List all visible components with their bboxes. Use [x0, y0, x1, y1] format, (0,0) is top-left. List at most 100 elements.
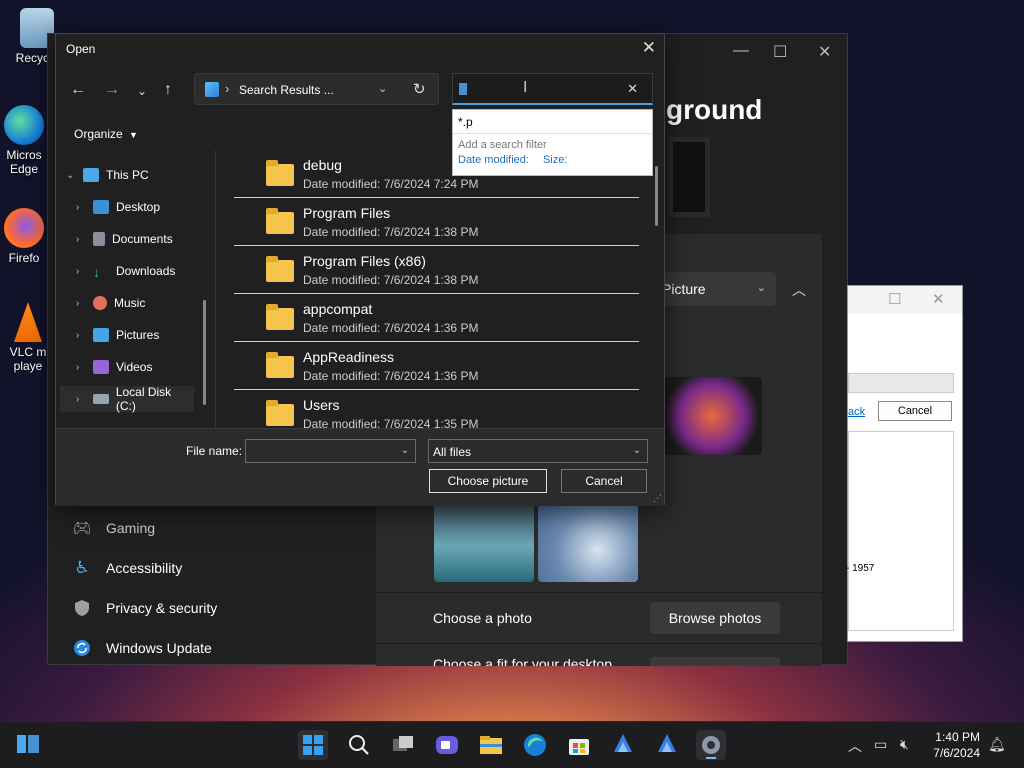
recent-locations-chevron-icon[interactable]: ⌄: [137, 84, 147, 98]
background-type-select[interactable]: Picture ⌄: [652, 272, 776, 306]
nav-item-gaming[interactable]: 🎮︎ Gaming: [72, 518, 155, 538]
tree-item-local-disk[interactable]: › Local Disk (C:): [60, 385, 194, 413]
chevron-up-icon[interactable]: ︿: [792, 280, 806, 300]
suggestion-item[interactable]: *.p: [453, 110, 652, 134]
expand-chevron-icon[interactable]: ›: [76, 394, 86, 405]
expand-chevron-icon[interactable]: ›: [76, 298, 86, 309]
file-type-select[interactable]: All files ⌄: [428, 439, 648, 463]
recent-image-thumbnail[interactable]: [434, 502, 534, 582]
show-desktop-icon[interactable]: [14, 730, 44, 760]
chat-icon[interactable]: [432, 730, 462, 760]
recent-image-thumbnail[interactable]: [538, 502, 638, 582]
file-list[interactable]: [848, 431, 954, 631]
file-name-combobox[interactable]: ⌄: [245, 439, 416, 463]
up-arrow-icon[interactable]: ↑: [164, 81, 172, 99]
search-results-icon: [205, 82, 219, 97]
search-icon[interactable]: [344, 730, 374, 760]
nav-item-windows-update[interactable]: Windows Update: [72, 638, 212, 658]
refresh-icon[interactable]: ↻: [413, 80, 426, 98]
expand-chevron-icon[interactable]: ›: [76, 362, 86, 373]
clock-date: 7/6/2024: [933, 746, 980, 760]
store-icon[interactable]: [564, 730, 594, 760]
forward-arrow-icon[interactable]: →: [104, 81, 120, 99]
file-item[interactable]: AppReadiness Date modified: 7/6/2024 1:3…: [234, 342, 639, 390]
notifications-icon[interactable]: 🔔︎: [988, 736, 1006, 753]
tree-item-desktop[interactable]: › Desktop: [76, 194, 160, 220]
dialog-title: Open: [66, 42, 96, 56]
search-box[interactable]: I ✕: [452, 73, 653, 105]
file-name: AppReadiness: [303, 349, 395, 365]
path-input[interactable]: [848, 373, 954, 393]
expand-chevron-icon[interactable]: ›: [76, 234, 86, 245]
maximize-icon[interactable]: ☐: [888, 290, 901, 308]
network-icon[interactable]: ▭: [874, 736, 887, 753]
file-item[interactable]: debug Date modified: 7/6/2024 7:24 PM: [234, 150, 639, 198]
chevron-down-icon[interactable]: ⌄: [378, 82, 387, 95]
back-link[interactable]: ack: [848, 406, 865, 418]
file-item[interactable]: Program Files (x86) Date modified: 7/6/2…: [234, 246, 639, 294]
expand-chevron-icon[interactable]: ›: [76, 266, 86, 277]
minimize-icon[interactable]: —: [733, 42, 749, 60]
nav-item-label: Accessibility: [106, 560, 183, 576]
file-name: Program Files (x86): [303, 253, 426, 269]
clock[interactable]: 1:40 PM 7/6/2024: [933, 729, 980, 761]
tree-item-documents[interactable]: › Documents: [76, 226, 173, 252]
expand-chevron-icon[interactable]: ›: [76, 202, 86, 213]
cancel-button[interactable]: Cancel: [561, 469, 647, 493]
close-icon[interactable]: ✕: [642, 38, 656, 58]
file-name: appcompat: [303, 301, 373, 317]
file-explorer-icon[interactable]: [476, 730, 506, 760]
tree-item-this-pc[interactable]: ⌄ This PC: [66, 162, 149, 188]
settings-icon[interactable]: [696, 730, 726, 760]
breadcrumb-chevron-icon: ›: [225, 81, 230, 96]
organize-menu[interactable]: Organize ▼: [74, 127, 138, 141]
edge-icon[interactable]: [520, 730, 550, 760]
nav-item-privacy-security[interactable]: Privacy & security: [72, 598, 217, 618]
tree-item-label: Pictures: [116, 328, 160, 342]
choose-picture-button[interactable]: Choose picture: [429, 469, 547, 493]
task-view-icon[interactable]: [388, 730, 418, 760]
folder-icon: [266, 400, 294, 426]
app-icon[interactable]: [608, 730, 638, 760]
tree-item-downloads[interactable]: › ↓ Downloads: [76, 258, 175, 284]
file-item[interactable]: appcompat Date modified: 7/6/2024 1:36 P…: [234, 294, 639, 342]
file-date: Date modified: 7/6/2024 1:38 PM: [303, 273, 479, 287]
back-arrow-icon[interactable]: ←: [70, 81, 86, 99]
start-icon[interactable]: [298, 730, 328, 760]
file-item[interactable]: Users Date modified: 7/6/2024 1:35 PM: [234, 390, 639, 428]
resize-grip-icon[interactable]: ⋰: [653, 493, 662, 504]
address-bar[interactable]: › Search Results ... ⌄ ↻: [194, 73, 439, 105]
close-icon[interactable]: ✕: [818, 42, 831, 62]
navigation-pane: ⌄ This PC › Desktop › Documents › ↓ Down…: [56, 150, 216, 428]
close-icon[interactable]: ✕: [932, 290, 945, 308]
navigation-scrollbar[interactable]: [203, 300, 206, 405]
expand-chevron-icon[interactable]: ⌄: [66, 170, 76, 181]
fit-select[interactable]: [650, 657, 780, 666]
background-dialog: ☐ ✕ ack Cancel - 1957: [846, 285, 963, 642]
browse-photos-button[interactable]: Browse photos: [650, 602, 780, 634]
show-hidden-icons-chevron-icon[interactable]: ︿: [848, 736, 862, 756]
tree-item-videos[interactable]: › Videos: [76, 354, 152, 380]
maximize-icon[interactable]: ☐: [773, 42, 787, 62]
volume-muted-icon[interactable]: 🔇︎: [900, 736, 909, 753]
dialog-footer: File name: ⌄ All files ⌄ Choose picture …: [56, 428, 664, 506]
nav-item-accessibility[interactable]: ♿︎ Accessibility: [72, 558, 182, 578]
music-icon: [93, 296, 107, 310]
tree-item-pictures[interactable]: › Pictures: [76, 322, 159, 348]
computer-icon: [83, 168, 99, 182]
chevron-down-icon[interactable]: ⌄: [401, 445, 409, 456]
accessibility-icon: ♿︎: [74, 558, 90, 577]
desktop-icon-firefox[interactable]: Firefo: [0, 208, 48, 265]
cancel-button[interactable]: Cancel: [878, 401, 952, 421]
firefox-icon: [4, 208, 44, 248]
recent-image-thumbnail[interactable]: [662, 377, 762, 455]
desktop-icon-edge[interactable]: Micros Edge: [0, 105, 48, 176]
app-icon[interactable]: [652, 730, 682, 760]
tree-item-music[interactable]: › Music: [76, 290, 145, 316]
choose-photo-label: Choose a photo: [433, 610, 532, 626]
expand-chevron-icon[interactable]: ›: [76, 330, 86, 341]
clear-search-icon[interactable]: ✕: [627, 81, 638, 97]
file-list-scrollbar[interactable]: [655, 166, 658, 226]
file-item[interactable]: Program Files Date modified: 7/6/2024 1:…: [234, 198, 639, 246]
clock-time: 1:40 PM: [935, 730, 980, 744]
